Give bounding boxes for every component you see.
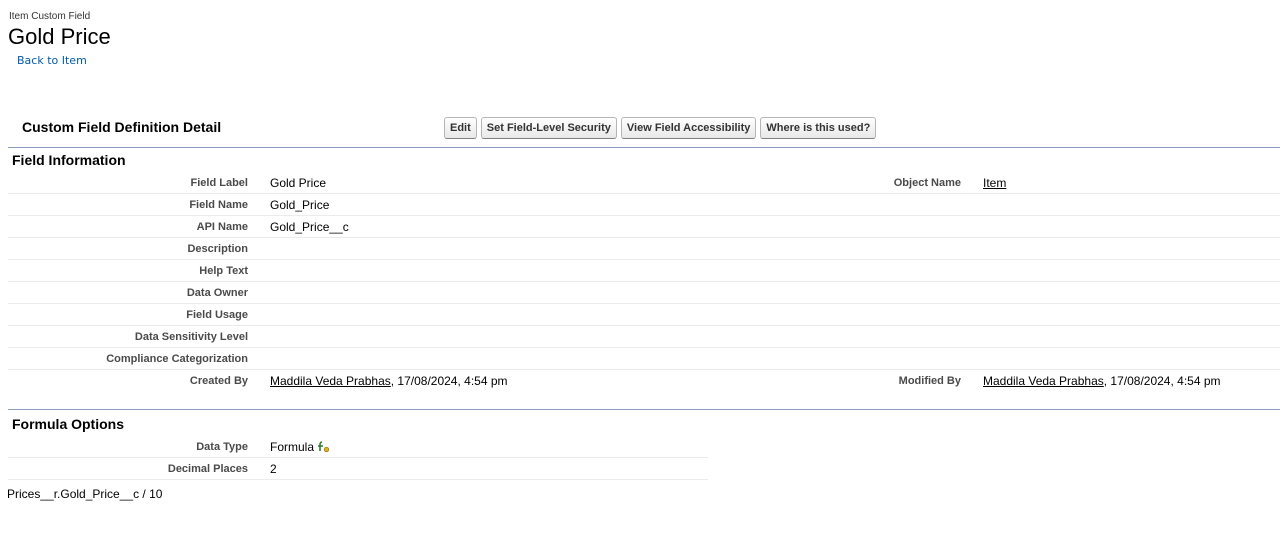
formula-options-table: Data Type Formula Decimal Places 2 <box>8 436 708 480</box>
object-name-value: Item <box>975 172 1280 194</box>
description-value <box>262 237 875 260</box>
empty-cell <box>875 325 975 348</box>
empty-cell <box>875 259 975 282</box>
empty-cell <box>975 303 1280 326</box>
created-by-user-link[interactable]: Maddila Veda Prabhas <box>270 374 391 388</box>
formula-icon <box>317 440 330 453</box>
where-is-this-used-button[interactable]: Where is this used? <box>760 117 877 139</box>
back-to-item-link[interactable]: Back to Item <box>17 54 87 67</box>
empty-cell <box>975 325 1280 348</box>
set-field-level-security-button[interactable]: Set Field-Level Security <box>480 117 617 139</box>
field-usage-value <box>262 303 875 326</box>
table-row: Data Sensitivity Level <box>8 325 1280 348</box>
table-row: Data Owner <box>8 281 1280 304</box>
detail-header: Custom Field Definition Detail Edit Set … <box>8 113 1280 148</box>
data-owner-label: Data Owner <box>8 281 262 304</box>
empty-cell <box>875 215 975 238</box>
table-row: Data Type Formula <box>8 436 708 458</box>
empty-cell <box>975 215 1280 238</box>
api-name-value: Gold_Price__c <box>262 215 875 238</box>
field-information-table: Field Label Gold Price Object Name Item … <box>8 172 1280 391</box>
table-row: Help Text <box>8 259 1280 282</box>
data-type-value: Formula <box>262 436 708 458</box>
data-owner-value <box>262 281 875 304</box>
modified-by-label: Modified By <box>898 374 961 387</box>
api-name-label: API Name <box>8 215 262 238</box>
data-type-label: Data Type <box>8 436 262 458</box>
modified-by-date: , 17/08/2024, 4:54 pm <box>1103 373 1221 388</box>
detail-button-row: Edit Set Field-Level Security View Field… <box>444 117 877 139</box>
field-name-label: Field Name <box>8 193 262 216</box>
object-name-link[interactable]: Item <box>983 176 1006 190</box>
object-name-label: Object Name <box>875 172 975 194</box>
description-label: Description <box>8 237 262 260</box>
empty-cell <box>875 303 975 326</box>
formula-options-divider <box>8 409 1280 410</box>
table-row: Decimal Places 2 <box>8 457 708 480</box>
empty-cell <box>975 259 1280 282</box>
table-row: Created By Maddila Veda Prabhas, 17/08/2… <box>8 370 1280 392</box>
decimal-places-value: 2 <box>262 457 708 480</box>
edit-button[interactable]: Edit <box>444 117 477 139</box>
table-row: Field Name Gold_Price <box>8 193 1280 216</box>
empty-cell <box>875 237 975 260</box>
modified-by-value: Maddila Veda Prabhas, 17/08/2024, 4:54 p… <box>975 370 1280 392</box>
compliance-categorization-label: Compliance Categorization <box>8 347 262 370</box>
detail-section-title: Custom Field Definition Detail <box>22 119 222 135</box>
created-by-date: , 17/08/2024, 4:54 pm <box>390 373 508 388</box>
page-header-type: Item Custom Field <box>9 11 91 22</box>
view-field-accessibility-button[interactable]: View Field Accessibility <box>620 117 757 139</box>
formula-expression: Prices__r.Gold_Price__c / 10 <box>7 487 163 501</box>
data-sensitivity-level-label: Data Sensitivity Level <box>8 325 262 348</box>
modified-by-user-link[interactable]: Maddila Veda Prabhas <box>983 374 1104 388</box>
data-sensitivity-level-value <box>262 325 875 348</box>
table-row: API Name Gold_Price__c <box>8 215 1280 238</box>
page-title: Gold Price <box>8 24 111 49</box>
help-text-label: Help Text <box>8 259 262 282</box>
table-row: Field Label Gold Price Object Name Item <box>8 172 1280 194</box>
table-row: Description <box>8 237 1280 260</box>
field-name-value: Gold_Price <box>262 193 875 216</box>
empty-cell <box>875 193 975 216</box>
table-row: Field Usage <box>8 303 1280 326</box>
empty-cell <box>975 347 1280 370</box>
table-row: Compliance Categorization <box>8 347 1280 370</box>
empty-cell <box>975 237 1280 260</box>
decimal-places-label: Decimal Places <box>8 457 262 480</box>
formula-options-section: Formula Options Data Type Formula Decima… <box>8 412 1280 480</box>
field-label-label: Field Label <box>8 172 262 194</box>
field-usage-label: Field Usage <box>8 303 262 326</box>
field-information-section: Field Information Field Label Gold Price… <box>8 148 1280 391</box>
field-label-value: Gold Price <box>262 172 875 194</box>
compliance-categorization-value <box>262 347 875 370</box>
empty-cell <box>875 281 975 304</box>
empty-cell <box>975 281 1280 304</box>
created-by-value: Maddila Veda Prabhas, 17/08/2024, 4:54 p… <box>262 370 875 392</box>
help-text-value <box>262 259 875 282</box>
empty-cell <box>975 193 1280 216</box>
empty-cell <box>875 347 975 370</box>
formula-options-title: Formula Options <box>12 416 124 432</box>
created-by-label: Created By <box>189 374 248 387</box>
data-type-text: Formula <box>270 439 315 454</box>
field-information-title: Field Information <box>12 152 126 168</box>
